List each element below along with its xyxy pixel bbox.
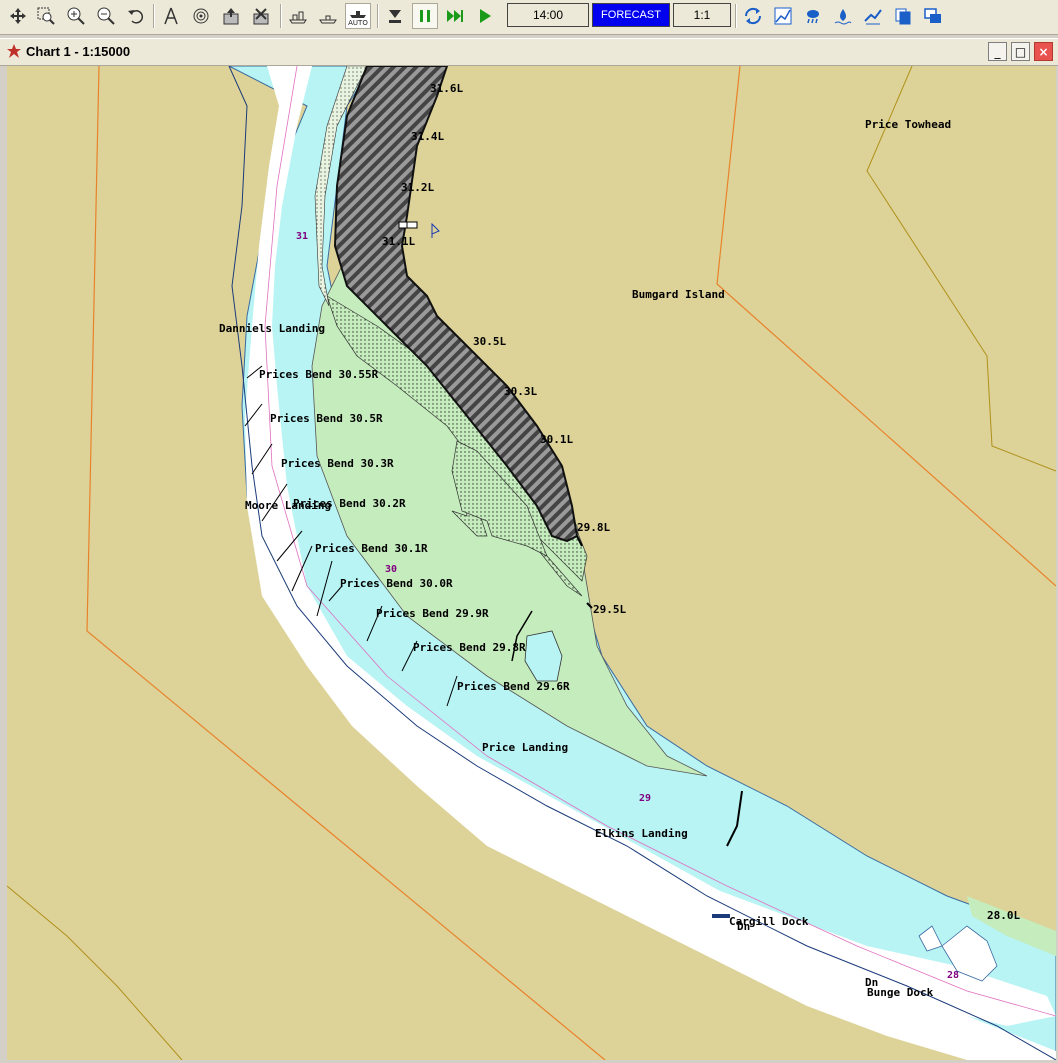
vessel-icon[interactable] (285, 3, 311, 29)
fast-forward-icon[interactable] (442, 3, 468, 29)
target-icon[interactable] (188, 3, 214, 29)
auto-label: AUTO (348, 19, 368, 27)
light-28-0L: 28.0L (987, 909, 1020, 922)
app-logo-icon (7, 44, 21, 58)
label-dn-1: Dn (737, 920, 750, 933)
boundary-line-right (716, 66, 1056, 587)
close-button[interactable]: × (1034, 42, 1053, 61)
light-30-5L: 30.5L (473, 335, 506, 348)
pan-icon[interactable] (5, 3, 31, 29)
light-29-5L: 29.5L (593, 603, 626, 616)
auto-icon[interactable]: AUTO (345, 3, 371, 29)
chart-window-titlebar[interactable]: Chart 1 - 1:15000 _ □ × (0, 38, 1058, 66)
river-mile-31: 31 (296, 231, 308, 242)
light-prices-bend-30-0R: Prices Bend 30.0R (340, 577, 453, 590)
flow-icon[interactable] (860, 3, 886, 29)
forecast-button[interactable]: FORECAST (592, 3, 670, 27)
pause-icon[interactable] (412, 3, 438, 29)
river-mile-28: 28 (947, 970, 959, 981)
light-31-4L: 31.4L (411, 130, 444, 143)
light-prices-bend-30-55R: Prices Bend 30.55R (259, 368, 379, 381)
copy-icon[interactable] (890, 3, 916, 29)
light-30-1L: 30.1L (540, 433, 573, 446)
export-icon[interactable] (218, 3, 244, 29)
light-prices-bend-30-3R: Prices Bend 30.3R (281, 457, 394, 470)
vessel-small-icon[interactable] (315, 3, 341, 29)
river-mile-30: 30 (385, 564, 397, 575)
chart-icon[interactable] (770, 3, 796, 29)
maximize-button[interactable]: □ (1011, 42, 1030, 61)
label-bumgard-island: Bumgard Island (632, 288, 725, 301)
main-toolbar: AUTO 14:00 FORECAST 1:1 (0, 0, 1058, 35)
weather-icon[interactable] (800, 3, 826, 29)
time-display[interactable]: 14:00 (507, 3, 589, 27)
light-prices-bend-29-6R: Prices Bend 29.6R (457, 680, 570, 693)
play-icon[interactable] (472, 3, 498, 29)
light-prices-bend-30-5R: Prices Bend 30.5R (270, 412, 383, 425)
zoom-out-icon[interactable] (93, 3, 119, 29)
land-contour-left (7, 885, 183, 1060)
clear-icon[interactable] (248, 3, 274, 29)
windows-icon[interactable] (920, 3, 946, 29)
river-mile-29: 29 (639, 793, 651, 804)
nautical-chart-svg[interactable]: Price Towhead Bumgard Island Danniels La… (7, 66, 1056, 1060)
minimize-button[interactable]: _ (988, 42, 1007, 61)
label-danniels-landing: Danniels Landing (219, 322, 325, 335)
undo-zoom-icon[interactable] (123, 3, 149, 29)
light-prices-bend-29-9R: Prices Bend 29.9R (376, 607, 489, 620)
light-30-3L: 30.3L (504, 385, 537, 398)
light-31-2L: 31.2L (401, 181, 434, 194)
sync-icon[interactable] (740, 3, 766, 29)
label-price-landing: Price Landing (482, 741, 568, 754)
window-title: Chart 1 - 1:15000 (26, 44, 131, 59)
measure-icon[interactable] (158, 3, 184, 29)
chart-map[interactable]: Price Towhead Bumgard Island Danniels La… (7, 66, 1056, 1060)
tide-icon[interactable] (830, 3, 856, 29)
download-icon[interactable] (382, 3, 408, 29)
light-31-6L: 31.6L (430, 82, 463, 95)
label-price-towhead: Price Towhead (865, 118, 951, 131)
dock-symbol-cargill (712, 914, 730, 918)
zoom-in-icon[interactable] (63, 3, 89, 29)
light-prices-bend-29-8R: Prices Bend 29.8R (413, 641, 526, 654)
light-prices-bend-30-1R: Prices Bend 30.1R (315, 542, 428, 555)
light-prices-bend-30-2R: Prices Bend 30.2R (293, 497, 406, 510)
label-dn-2: Dn (865, 976, 878, 989)
label-elkins-landing: Elkins Landing (595, 827, 688, 840)
light-31-1L: 31.1L (382, 235, 415, 248)
scale-ratio-display[interactable]: 1:1 (673, 3, 731, 27)
zoom-box-icon[interactable] (33, 3, 59, 29)
light-29-8L: 29.8L (577, 521, 610, 534)
